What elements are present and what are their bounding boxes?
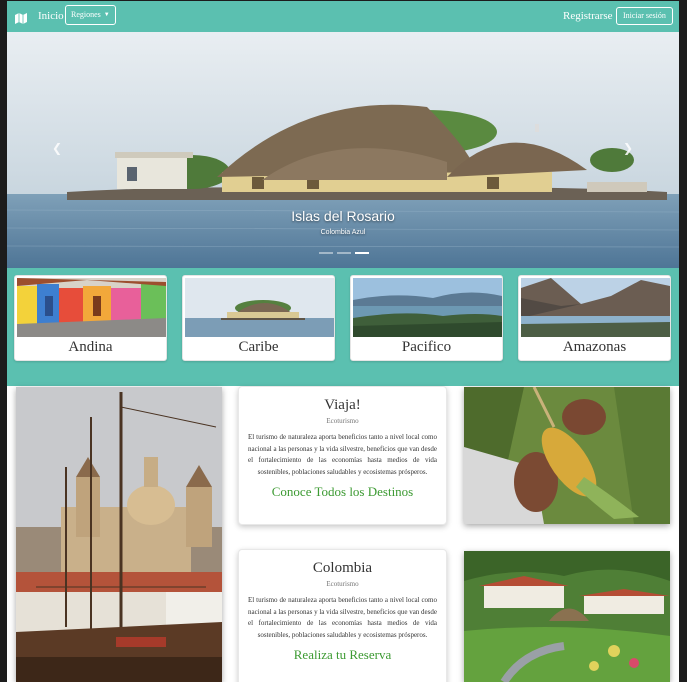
- page: Inicio Regiones ▼ Registrarse Iniciar ses…: [7, 1, 679, 682]
- region-image-andina: [17, 278, 166, 337]
- register-link[interactable]: Registrarse: [563, 10, 612, 22]
- region-card-pacifico[interactable]: Pacifico: [350, 275, 503, 361]
- region-card-amazonas[interactable]: Amazonas: [518, 275, 671, 361]
- carousel-indicator[interactable]: [337, 252, 351, 254]
- region-card-caribe[interactable]: Caribe: [182, 275, 335, 361]
- region-image-amazonas: [521, 278, 670, 337]
- info-card-viaja: Viaja! Ecoturismo El turismo de naturale…: [238, 386, 447, 525]
- region-label: Amazonas: [562, 339, 627, 355]
- card-subtitle: Ecoturismo: [326, 580, 359, 588]
- card-subtitle: Ecoturismo: [326, 417, 359, 425]
- reservation-link[interactable]: Realiza tu Reserva: [239, 647, 446, 663]
- corn-harvest-photo: [464, 387, 670, 524]
- content-section: Viaja! Ecoturismo El turismo de naturale…: [7, 386, 679, 682]
- card-title: Viaja!: [324, 397, 361, 413]
- login-button[interactable]: Iniciar sesión: [616, 7, 673, 25]
- region-label: Andina: [68, 339, 113, 355]
- region-image-caribe: [185, 278, 334, 337]
- caret-down-icon: ▼: [103, 12, 110, 18]
- cartagena-photo: [16, 387, 222, 682]
- carousel-indicators: [319, 252, 369, 254]
- chevron-left-icon[interactable]: ❮: [50, 140, 64, 156]
- destinations-link[interactable]: Conoce Todos los Destinos: [239, 484, 446, 500]
- info-card-colombia: Colombia Ecoturismo El turismo de natura…: [238, 549, 447, 682]
- region-image-pacifico: [353, 278, 502, 337]
- region-label: Pacifico: [401, 339, 452, 355]
- region-label: Caribe: [238, 339, 279, 355]
- card-text: El turismo de naturaleza aporta benefici…: [248, 433, 437, 476]
- hacienda-photo: [464, 551, 670, 682]
- chevron-right-icon[interactable]: ❯: [621, 140, 635, 156]
- regions-section: Andina Caribe Pacifico Amazonas: [7, 268, 679, 386]
- navbar: Inicio Regiones ▼ Registrarse Iniciar ses…: [7, 1, 679, 32]
- nav-home-link[interactable]: Inicio: [38, 10, 64, 22]
- map-icon[interactable]: [15, 11, 27, 24]
- region-card-andina[interactable]: Andina: [14, 275, 167, 361]
- card-title: Colombia: [312, 560, 373, 576]
- carousel-indicator[interactable]: [355, 252, 369, 254]
- regions-dropdown[interactable]: Regiones ▼: [65, 5, 116, 25]
- hero-carousel: ❮ ❯ Islas del Rosario Colombia Azul: [7, 32, 679, 268]
- card-text: El turismo de naturaleza aporta benefici…: [248, 596, 437, 639]
- regions-dropdown-label: Regiones: [71, 10, 101, 19]
- carousel-indicator[interactable]: [319, 252, 333, 254]
- hero-title: Islas del Rosario: [291, 208, 395, 224]
- hero-subtitle: Colombia Azul: [320, 229, 366, 236]
